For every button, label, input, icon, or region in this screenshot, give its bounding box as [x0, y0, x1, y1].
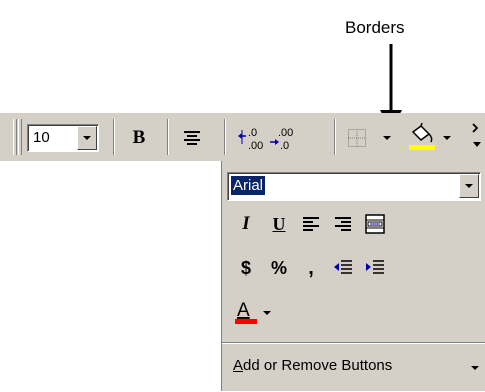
- underline-label: U: [272, 213, 286, 234]
- font-color-button[interactable]: A: [231, 299, 261, 327]
- font-color-icon: A: [235, 300, 257, 324]
- borders-icon: [348, 129, 366, 147]
- align-right-button[interactable]: [328, 210, 358, 238]
- toolbar-grip-handle[interactable]: [13, 119, 17, 155]
- fill-color-dropdown-button[interactable]: [440, 125, 454, 151]
- chevron-right-more-icon: [472, 123, 481, 147]
- decrease-indent-button[interactable]: [328, 254, 358, 282]
- toolbar-separator: [113, 119, 115, 155]
- italic-label: I: [242, 213, 250, 234]
- toolbar-grip-handle-2[interactable]: [18, 119, 22, 155]
- percent-label: %: [270, 257, 287, 278]
- chevron-down-icon: [465, 184, 473, 188]
- merge-and-center-button[interactable]: [360, 210, 390, 238]
- align-left-icon: [303, 217, 319, 231]
- toolbar-overflow-panel: Arial I U $ % , A Add or Remove Buttons: [221, 161, 485, 391]
- paint-bucket-icon: [409, 122, 435, 150]
- currency-style-button[interactable]: $: [231, 254, 261, 282]
- toolbar-options-button[interactable]: [469, 117, 483, 157]
- align-center-button[interactable]: [177, 125, 207, 151]
- borders-callout-label: Borders: [345, 18, 405, 37]
- comma-style-button[interactable]: ,: [296, 254, 326, 282]
- bold-button[interactable]: B: [124, 125, 154, 151]
- toolbar-separator: [224, 119, 226, 155]
- toolbar-separator: [167, 119, 169, 155]
- increase-decimal-button[interactable]: .0 .00: [236, 123, 266, 153]
- comma-label: ,: [308, 257, 314, 279]
- align-left-button[interactable]: [296, 210, 326, 238]
- align-right-icon: [335, 217, 351, 231]
- formatting-toolbar: 10 B .0 .00 .00 .0: [0, 113, 485, 161]
- decrease-indent-icon: [334, 260, 352, 274]
- increase-indent-icon: [366, 260, 384, 274]
- font-name-value: Arial: [231, 176, 266, 195]
- align-center-icon: [184, 131, 200, 145]
- add-or-remove-buttons-label: Add or Remove Buttons: [233, 357, 392, 374]
- svg-text:.00: .00: [248, 140, 263, 151]
- svg-text:.0: .0: [280, 140, 289, 151]
- chevron-down-icon: [263, 311, 271, 315]
- toolbar-separator: [334, 119, 336, 155]
- underline-button[interactable]: U: [264, 210, 294, 238]
- borders-dropdown-button[interactable]: [380, 125, 394, 151]
- chevron-down-icon: [83, 136, 91, 140]
- merge-center-icon: [365, 214, 385, 234]
- add-remove-text: dd or Remove Buttons: [243, 357, 393, 374]
- svg-text:A: A: [237, 300, 250, 321]
- fill-color-button[interactable]: [404, 121, 438, 153]
- percent-style-button[interactable]: %: [264, 254, 294, 282]
- currency-label: $: [240, 257, 251, 278]
- font-name-combo[interactable]: Arial: [227, 172, 481, 201]
- borders-button[interactable]: [342, 125, 372, 151]
- font-size-combo[interactable]: 10: [27, 124, 99, 152]
- chevron-down-icon: [443, 136, 451, 140]
- font-size-value: 10: [33, 129, 50, 146]
- chevron-down-icon: [383, 136, 391, 140]
- font-color-dropdown-button[interactable]: [260, 299, 274, 327]
- chevron-down-icon: [471, 366, 479, 370]
- add-remove-accelerator: A: [233, 357, 244, 374]
- svg-text:.0: .0: [248, 127, 257, 139]
- increase-decimal-icon: .0 .00: [238, 127, 263, 151]
- decrease-decimal-icon: .00 .0: [270, 127, 293, 151]
- italic-button[interactable]: I: [231, 210, 261, 238]
- add-or-remove-buttons-menu[interactable]: Add or Remove Buttons: [222, 342, 485, 392]
- increase-indent-button[interactable]: [360, 254, 390, 282]
- font-name-dropdown-button[interactable]: [459, 174, 479, 198]
- svg-text:.00: .00: [278, 127, 293, 139]
- decrease-decimal-button[interactable]: .00 .0: [268, 123, 298, 153]
- font-size-dropdown-button[interactable]: [77, 126, 97, 150]
